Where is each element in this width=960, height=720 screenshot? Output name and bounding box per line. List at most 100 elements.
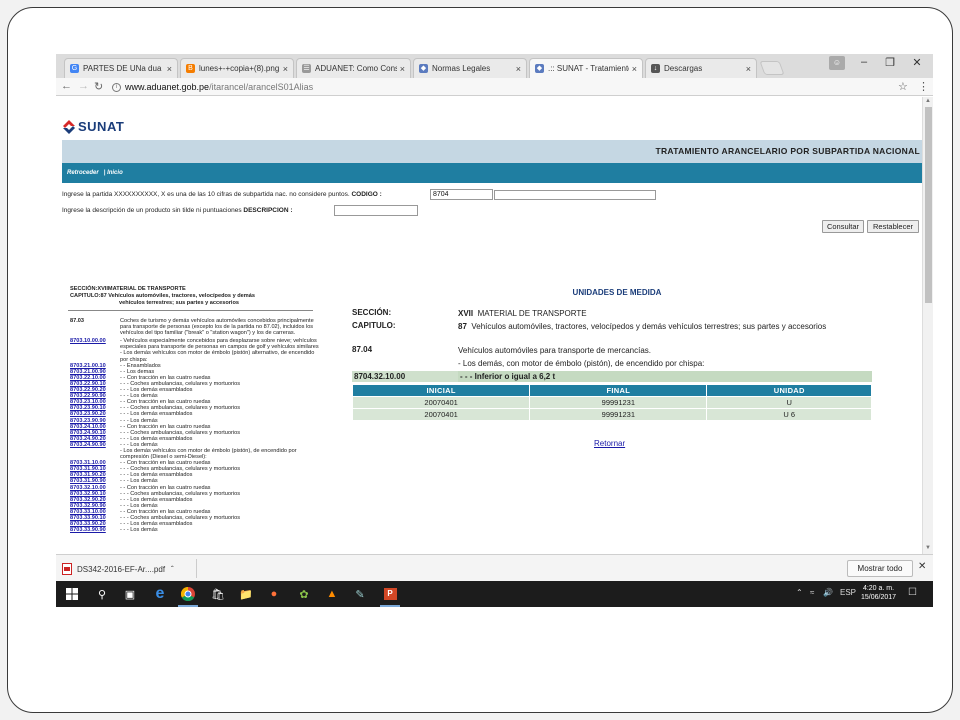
nav-home-link[interactable]: Inicio [107,170,123,176]
nav-separator: | [103,170,106,176]
pdf-icon [62,563,72,575]
wifi-icon[interactable]: ≈ [810,588,814,597]
notifications-icon[interactable]: ☐ [908,587,917,598]
windows-start-icon[interactable] [58,581,86,607]
download-file-name: DS342-2016-EF-Ar....pdf [77,564,166,574]
tariff-description: - Los demás vehículos con motor de émbol… [120,350,315,363]
retornar-link[interactable]: Retornar [594,439,625,448]
download-item[interactable]: DS342-2016-EF-Ar....pdf ˆ [62,561,192,577]
table-cell: U [707,397,871,408]
paint-icon[interactable]: ✎ [346,581,374,607]
new-tab-button[interactable] [759,61,785,75]
restore-button[interactable]: ❐ [879,56,901,69]
page-scrollbar[interactable]: ▲ ▼ [922,97,933,554]
close-tab-icon[interactable]: × [400,64,405,74]
browser-tab[interactable]: ↓ Descargas × [645,58,757,78]
browser-tab[interactable]: ☰ ADUANET: Como Conse × [296,58,411,78]
table-row: 20070401 99991231 U 6 [353,409,871,420]
partida-sub-text: - Los demás, con motor de émbolo (pistón… [458,359,705,368]
download-icon: ↓ [651,64,660,73]
chrome-icon[interactable] [174,581,202,607]
codigo-description-input[interactable] [494,190,656,200]
capitulo-value: 87 Vehículos automóviles, tractores, vel… [458,321,868,332]
browser-tab[interactable]: G PARTES DE UNa dua per× [64,58,178,78]
left-capitulo-cont: vehículos terrestres; sus partes y acces… [119,300,240,306]
table-cell: U 6 [707,409,871,420]
tray-chevron-icon[interactable]: ⌃ [796,588,803,597]
bookmark-star-icon[interactable]: ☆ [898,80,908,93]
google-icon: G [70,64,79,73]
close-tab-icon[interactable]: × [516,64,521,74]
firefox-icon[interactable]: ● [260,581,288,607]
tariff-row: 87.03 Coches de turismo y demás vehículos… [70,318,320,336]
column-header: UNIDAD [707,385,871,396]
left-heading: SECCIÓN:XVIIMATERIAL DE TRANSPORTE CAPIT… [70,286,315,307]
restablecer-button[interactable]: Restablecer [867,220,919,233]
codigo-row: Ingrese la partida XXXXXXXXXX, X es una … [62,191,382,198]
reload-icon[interactable]: ↻ [94,80,103,93]
url-host: www.aduanet.gob.pe [125,82,210,92]
search-icon[interactable]: ⚲ [88,581,116,607]
powerpoint-icon[interactable]: P [376,581,404,607]
tariff-description: - - - Los demás [120,527,158,534]
forward-arrow-icon[interactable]: → [78,80,89,92]
app-icon[interactable]: ✿ [290,581,318,607]
clock[interactable]: 4:20 a. m. 15/06/2017 [861,584,896,602]
codigo-input[interactable]: 8704 [430,189,493,200]
url-path: /itarancel/arancelS01Alias [209,82,314,92]
browser-tab-label: .:: SUNAT - Tratamiento A [548,64,629,73]
nav-bar: Retroceder | Inicio [62,163,922,183]
column-header: FINAL [530,385,707,396]
tariff-code-link[interactable]: 8703.33.90.90 [70,527,120,533]
store-icon[interactable]: 🛍 [204,581,232,607]
profile-icon[interactable]: ☺ [829,56,845,70]
seccion-text: MATERIAL DE TRANSPORTE [477,309,587,318]
descripcion-input[interactable] [334,205,418,216]
download-bar: DS342-2016-EF-Ar....pdf ˆ Mostrar todo ✕ [56,554,933,581]
tariff-row: - Los demás vehículos con motor de émbol… [70,350,320,362]
partida-text: Vehículos automóviles para transporte de… [458,346,651,355]
browser-tab[interactable]: Blunes+-+copia+(8).png × [180,58,294,78]
browser-tab[interactable]: ◆ .:: SUNAT - Tratamiento A× [529,58,643,78]
download-separator [196,559,197,578]
browser-tab[interactable]: ◆ Normas Legales × [413,58,527,78]
subpartida-row: 8704.32.10.00 - - - Inferior o igual a 6… [352,371,872,382]
logo-text: SUNAT [78,119,125,134]
url-input[interactable]: i www.aduanet.gob.pe/itarancel/arancelS01… [112,80,892,94]
close-tab-icon[interactable]: × [167,64,172,74]
descripcion-row: Ingrese la descripción de un producto si… [62,207,293,214]
back-arrow-icon[interactable]: ← [61,80,72,92]
close-tab-icon[interactable]: × [283,64,288,74]
task-view-icon[interactable]: ▣ [116,581,144,607]
close-download-bar-icon[interactable]: ✕ [918,561,926,572]
slide-frame: ☺ – ❐ ✕ GPARTES DE UNa dua per×Blunes+-+… [7,7,953,713]
consultar-button[interactable]: Consultar [822,220,864,233]
browser-menu-icon[interactable]: ⋮ [918,80,929,93]
screenshot: ☺ – ❐ ✕ GPARTES DE UNa dua per×Blunes+-+… [56,54,933,607]
sunat-logo[interactable]: SUNAT [62,119,124,134]
file-explorer-icon[interactable]: 📁 [232,581,260,607]
chevron-up-icon[interactable]: ˆ [171,565,174,574]
show-all-button[interactable]: Mostrar todo [847,560,913,577]
close-tab-icon[interactable]: × [746,64,751,74]
descripcion-hint: Ingrese la descripción de un producto si… [62,207,242,214]
scroll-down-icon[interactable]: ▼ [925,545,931,551]
tariff-row: 8703.33.90.90- - - Los demás [70,527,320,533]
volume-icon[interactable]: 🔊 [823,588,833,597]
tariff-code-link[interactable]: 8703.10.00.00 [70,338,120,350]
tariff-code [70,448,120,460]
vlc-icon[interactable]: ▲ [318,581,346,607]
language-indicator[interactable]: ESP [840,588,856,597]
nav-back-link[interactable]: Retroceder [67,170,99,176]
minimize-button[interactable]: – [853,56,875,68]
browser-tab-label: PARTES DE UNa dua per [83,64,164,73]
close-tab-icon[interactable]: × [632,64,637,74]
scroll-up-icon[interactable]: ▲ [925,98,931,104]
scrollbar-thumb[interactable] [925,107,932,303]
edge-browser-icon[interactable]: e [146,581,174,607]
info-icon[interactable]: i [112,83,121,93]
subpartida-text: - - - Inferior o igual a 6,2 t [458,371,872,382]
seccion-num: XVII [458,309,474,318]
close-window-button[interactable]: ✕ [906,56,928,69]
left-divider [68,310,313,311]
